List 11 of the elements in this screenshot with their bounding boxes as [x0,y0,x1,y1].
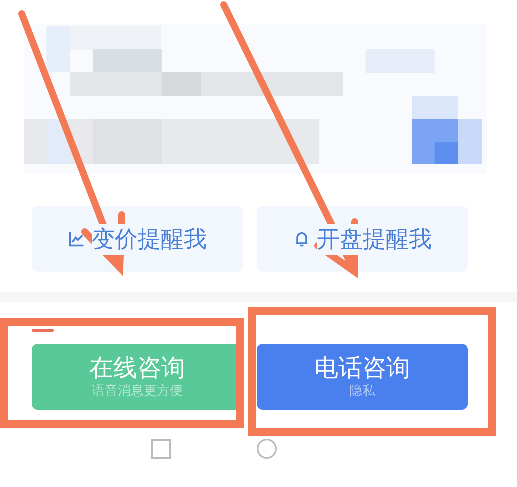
button-subtitle: 语音消息更方便 [92,383,183,401]
accent-mark [32,329,54,332]
reminder-button[interactable]: 变价提醒我 [32,206,243,272]
circle-icon[interactable] [256,438,276,458]
button-title: 电话咨询 [314,353,410,383]
button-subtitle: 隐私 [350,383,376,401]
consult-button[interactable]: 电话咨询 隐私 [257,344,468,410]
reminder-button[interactable]: 开盘提醒我 [257,206,468,272]
line-chart-icon [68,230,86,248]
button-title: 在线咨询 [90,353,186,383]
square-icon[interactable] [150,438,170,458]
